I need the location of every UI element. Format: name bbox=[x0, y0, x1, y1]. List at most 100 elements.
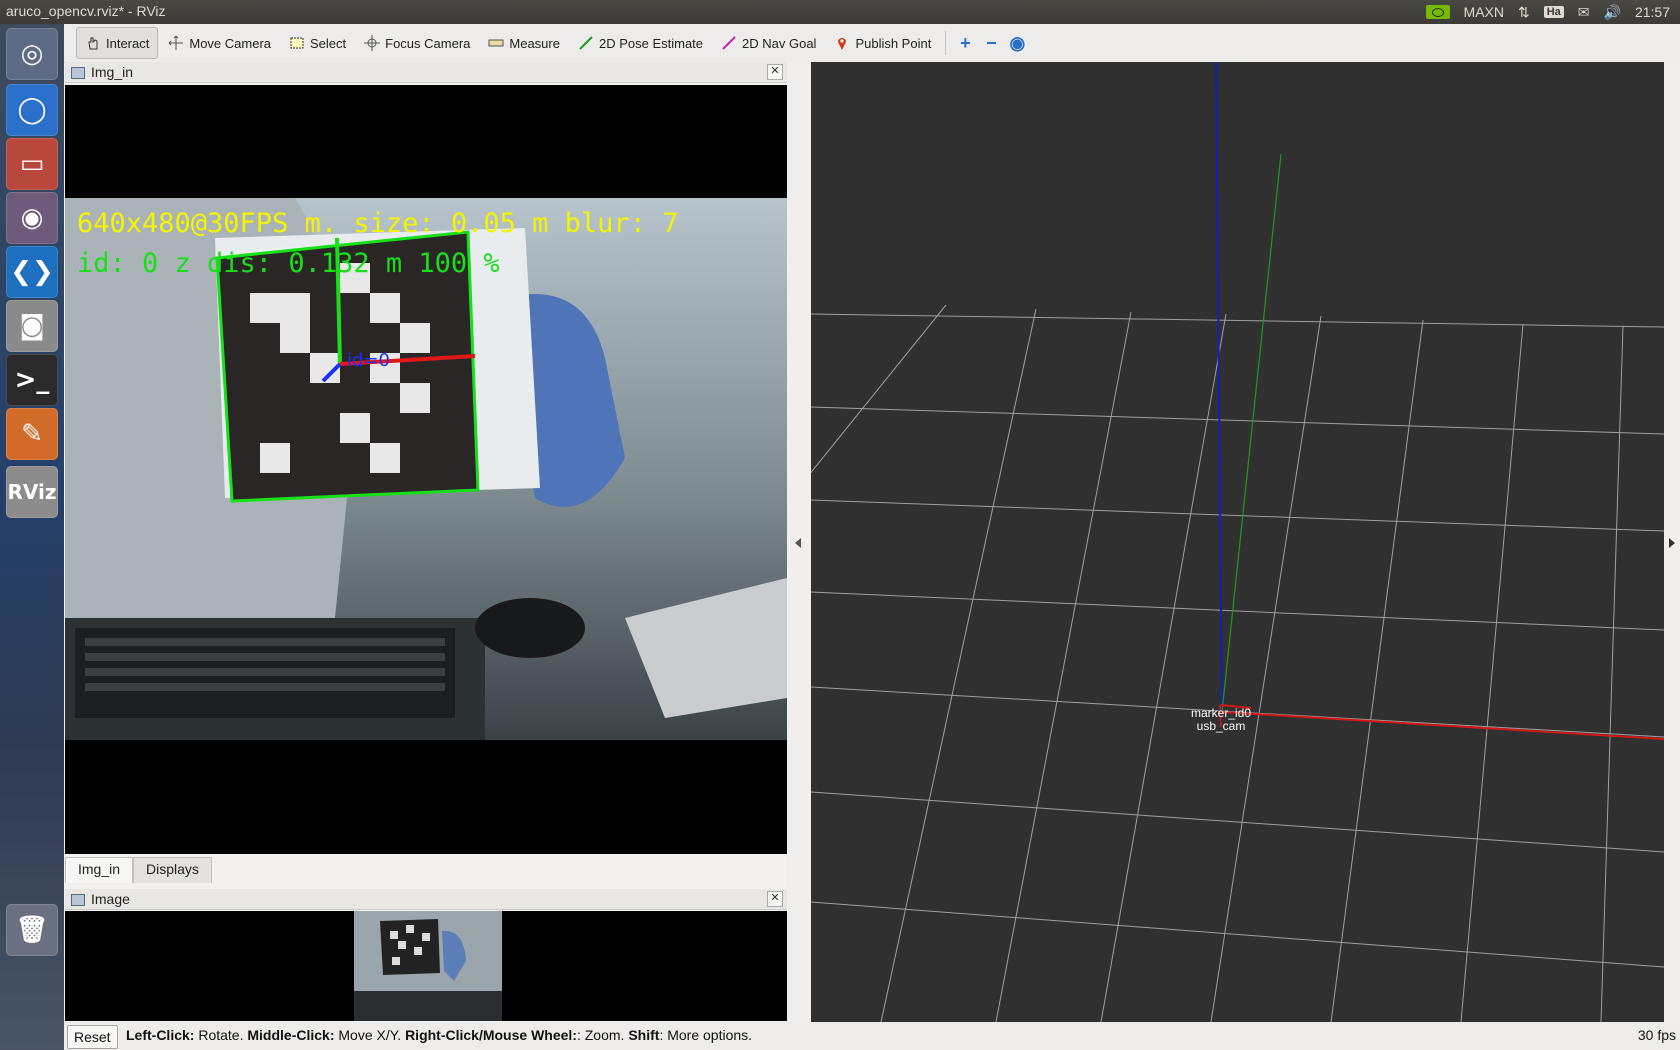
volume-icon[interactable]: 🔊 bbox=[1604, 4, 1621, 21]
system-tray: MAXN ⇅ Ha ✉ 🔊 21:57 bbox=[1425, 0, 1670, 24]
network-icon[interactable]: ⇅ bbox=[1518, 4, 1530, 21]
nav-goal-icon bbox=[721, 35, 737, 51]
panel-image-icon bbox=[71, 67, 85, 79]
tool-measure[interactable]: Measure bbox=[480, 28, 568, 58]
window-title: aruco_opencv.rviz* - RViz bbox=[6, 3, 166, 19]
overlay-info-line: 640x480@30FPS m. size: 0.05 m blur: 7 bbox=[77, 208, 678, 239]
keyboard-layout-indicator[interactable]: Ha bbox=[1543, 6, 1564, 18]
gpu-mode-label[interactable]: MAXN bbox=[1464, 4, 1504, 20]
tool-move-camera[interactable]: Move Camera bbox=[160, 28, 279, 58]
grid-line bbox=[811, 901, 1664, 968]
rviz-toolbar: Interact Move Camera Select Focus Camera Mea… bbox=[64, 24, 1680, 63]
grid-line bbox=[811, 499, 1664, 532]
reset-button[interactable]: Reset bbox=[67, 1025, 118, 1049]
view-options-icon[interactable]: ◉ bbox=[1004, 28, 1030, 58]
select-icon bbox=[289, 35, 305, 51]
publish-point-icon bbox=[834, 35, 850, 51]
tool-label: Focus Camera bbox=[385, 35, 471, 51]
tab-img-in[interactable]: Img_in bbox=[65, 857, 134, 883]
tool-label: Select bbox=[310, 35, 347, 51]
grid-line bbox=[880, 308, 1037, 1022]
mouse-help-text: Left-Click: Rotate. Middle-Click: Move X… bbox=[126, 1027, 752, 1043]
marker-id-label: id=0 bbox=[347, 350, 390, 371]
toolbar-separator bbox=[945, 31, 947, 55]
hand-icon bbox=[85, 35, 101, 51]
x-axis-line bbox=[1221, 711, 1664, 740]
text-editor-icon[interactable]: ✎ bbox=[6, 408, 58, 460]
add-tool-icon[interactable]: + bbox=[952, 28, 978, 58]
close-icon[interactable]: ✕ bbox=[767, 891, 783, 907]
focus-camera-icon bbox=[364, 35, 381, 51]
tool-interact[interactable]: Interact bbox=[76, 27, 159, 59]
help-key: Shift bbox=[628, 1027, 660, 1043]
nvidia-icon[interactable] bbox=[1425, 5, 1450, 19]
grid-line bbox=[811, 791, 1664, 853]
terminal-icon[interactable]: >_ bbox=[6, 354, 58, 406]
camera-frame: id=0 640x480@30FPS m. size: 0.05 m blur:… bbox=[65, 198, 787, 740]
help-action: : More options. bbox=[659, 1027, 753, 1043]
help-action: Move X/Y. bbox=[334, 1027, 406, 1043]
help-key: Left-Click: bbox=[126, 1027, 195, 1043]
clock[interactable]: 21:57 bbox=[1635, 4, 1670, 20]
image-panel-header: Image ✕ bbox=[65, 889, 787, 910]
ubuntu-dash-icon[interactable]: ◎ bbox=[6, 28, 58, 80]
tf-frame-label: usb_cam bbox=[1197, 719, 1246, 733]
overlay-distance-line: id: 0 z dis: 0.132 m 100 % bbox=[77, 248, 500, 279]
tool-publish-point[interactable]: Publish Point bbox=[826, 28, 939, 58]
pose-estimate-icon bbox=[578, 35, 594, 51]
camera-icon[interactable]: ◙ bbox=[6, 300, 58, 352]
right-dock-edge[interactable] bbox=[1664, 62, 1680, 1022]
grid-line bbox=[811, 406, 1664, 435]
grid-line bbox=[995, 311, 1132, 1022]
tool-label: Move Camera bbox=[189, 35, 271, 51]
tf-frame-label: marker_id0 bbox=[1191, 706, 1251, 720]
remove-tool-icon[interactable]: − bbox=[978, 28, 1004, 58]
grid-display: marker_id0usb_cam bbox=[811, 62, 1664, 1022]
help-key: Middle-Click: bbox=[247, 1027, 335, 1043]
move-camera-icon bbox=[168, 35, 184, 51]
grid-line bbox=[811, 304, 947, 474]
close-icon[interactable]: ✕ bbox=[767, 64, 783, 80]
files-icon[interactable]: ▭ bbox=[6, 138, 58, 190]
tool-2d-nav-goal[interactable]: 2D Nav Goal bbox=[713, 28, 824, 58]
tab-displays[interactable]: Displays bbox=[133, 857, 212, 883]
vscode-icon[interactable]: ❮❯ bbox=[6, 246, 58, 298]
mail-icon[interactable]: ✉ bbox=[1578, 4, 1590, 21]
help-key: Right-Click/Mouse Wheel: bbox=[405, 1027, 577, 1043]
tool-label: Measure bbox=[509, 35, 560, 51]
grid-line bbox=[811, 313, 1664, 328]
expand-right-arrow-icon[interactable] bbox=[1669, 538, 1675, 548]
grid-line bbox=[1600, 325, 1624, 1022]
measure-icon bbox=[488, 35, 504, 51]
tool-label: 2D Nav Goal bbox=[742, 35, 817, 51]
image-panel-title: Image bbox=[91, 891, 130, 907]
cheese-webcam-icon[interactable]: ◉ bbox=[6, 192, 58, 244]
tool-label: 2D Pose Estimate bbox=[598, 35, 704, 51]
help-action: Rotate. bbox=[194, 1027, 248, 1043]
chromium-icon[interactable]: ◯ bbox=[6, 84, 58, 136]
image-thumbnail-view[interactable] bbox=[65, 911, 787, 1021]
status-bar: Reset Left-Click: Rotate. Middle-Click: … bbox=[64, 1022, 1680, 1050]
tool-select[interactable]: Select bbox=[281, 28, 354, 58]
tool-label: Publish Point bbox=[855, 35, 932, 51]
img-in-panel-title: Img_in bbox=[91, 64, 134, 80]
thumbnail-frame bbox=[354, 911, 502, 1021]
grid-line bbox=[1100, 313, 1227, 1022]
panel-splitter[interactable] bbox=[787, 62, 811, 1022]
fps-counter: 30 fps bbox=[1637, 1027, 1676, 1043]
panel-tabs: Img_in Displays bbox=[65, 857, 212, 883]
camera-image-view[interactable]: id=0 640x480@30FPS m. size: 0.05 m blur:… bbox=[65, 85, 787, 854]
trash-icon[interactable]: 🗑 bbox=[6, 904, 58, 956]
help-action: : Zoom. bbox=[576, 1027, 629, 1043]
top-panel: aruco_opencv.rviz* - RViz MAXN ⇅ Ha ✉ 🔊 … bbox=[0, 0, 1680, 24]
launcher-dock: ◎ ◯ ▭ ◉ ❮❯ ◙ >_ ✎ RViz 🗑 bbox=[0, 24, 64, 1050]
grid-line bbox=[811, 591, 1664, 631]
rviz-icon[interactable]: RViz bbox=[6, 466, 58, 518]
z-axis-line bbox=[1215, 62, 1223, 713]
panel-image-icon bbox=[71, 894, 85, 906]
img-in-panel-header: Img_in ✕ bbox=[65, 62, 787, 83]
3d-render-viewport[interactable]: marker_id0 usb_cam bbox=[811, 62, 1664, 1022]
tool-2d-pose-estimate[interactable]: 2D Pose Estimate bbox=[570, 28, 711, 58]
tool-focus-camera[interactable]: Focus Camera bbox=[356, 28, 478, 58]
collapse-left-arrow-icon[interactable] bbox=[795, 538, 801, 548]
